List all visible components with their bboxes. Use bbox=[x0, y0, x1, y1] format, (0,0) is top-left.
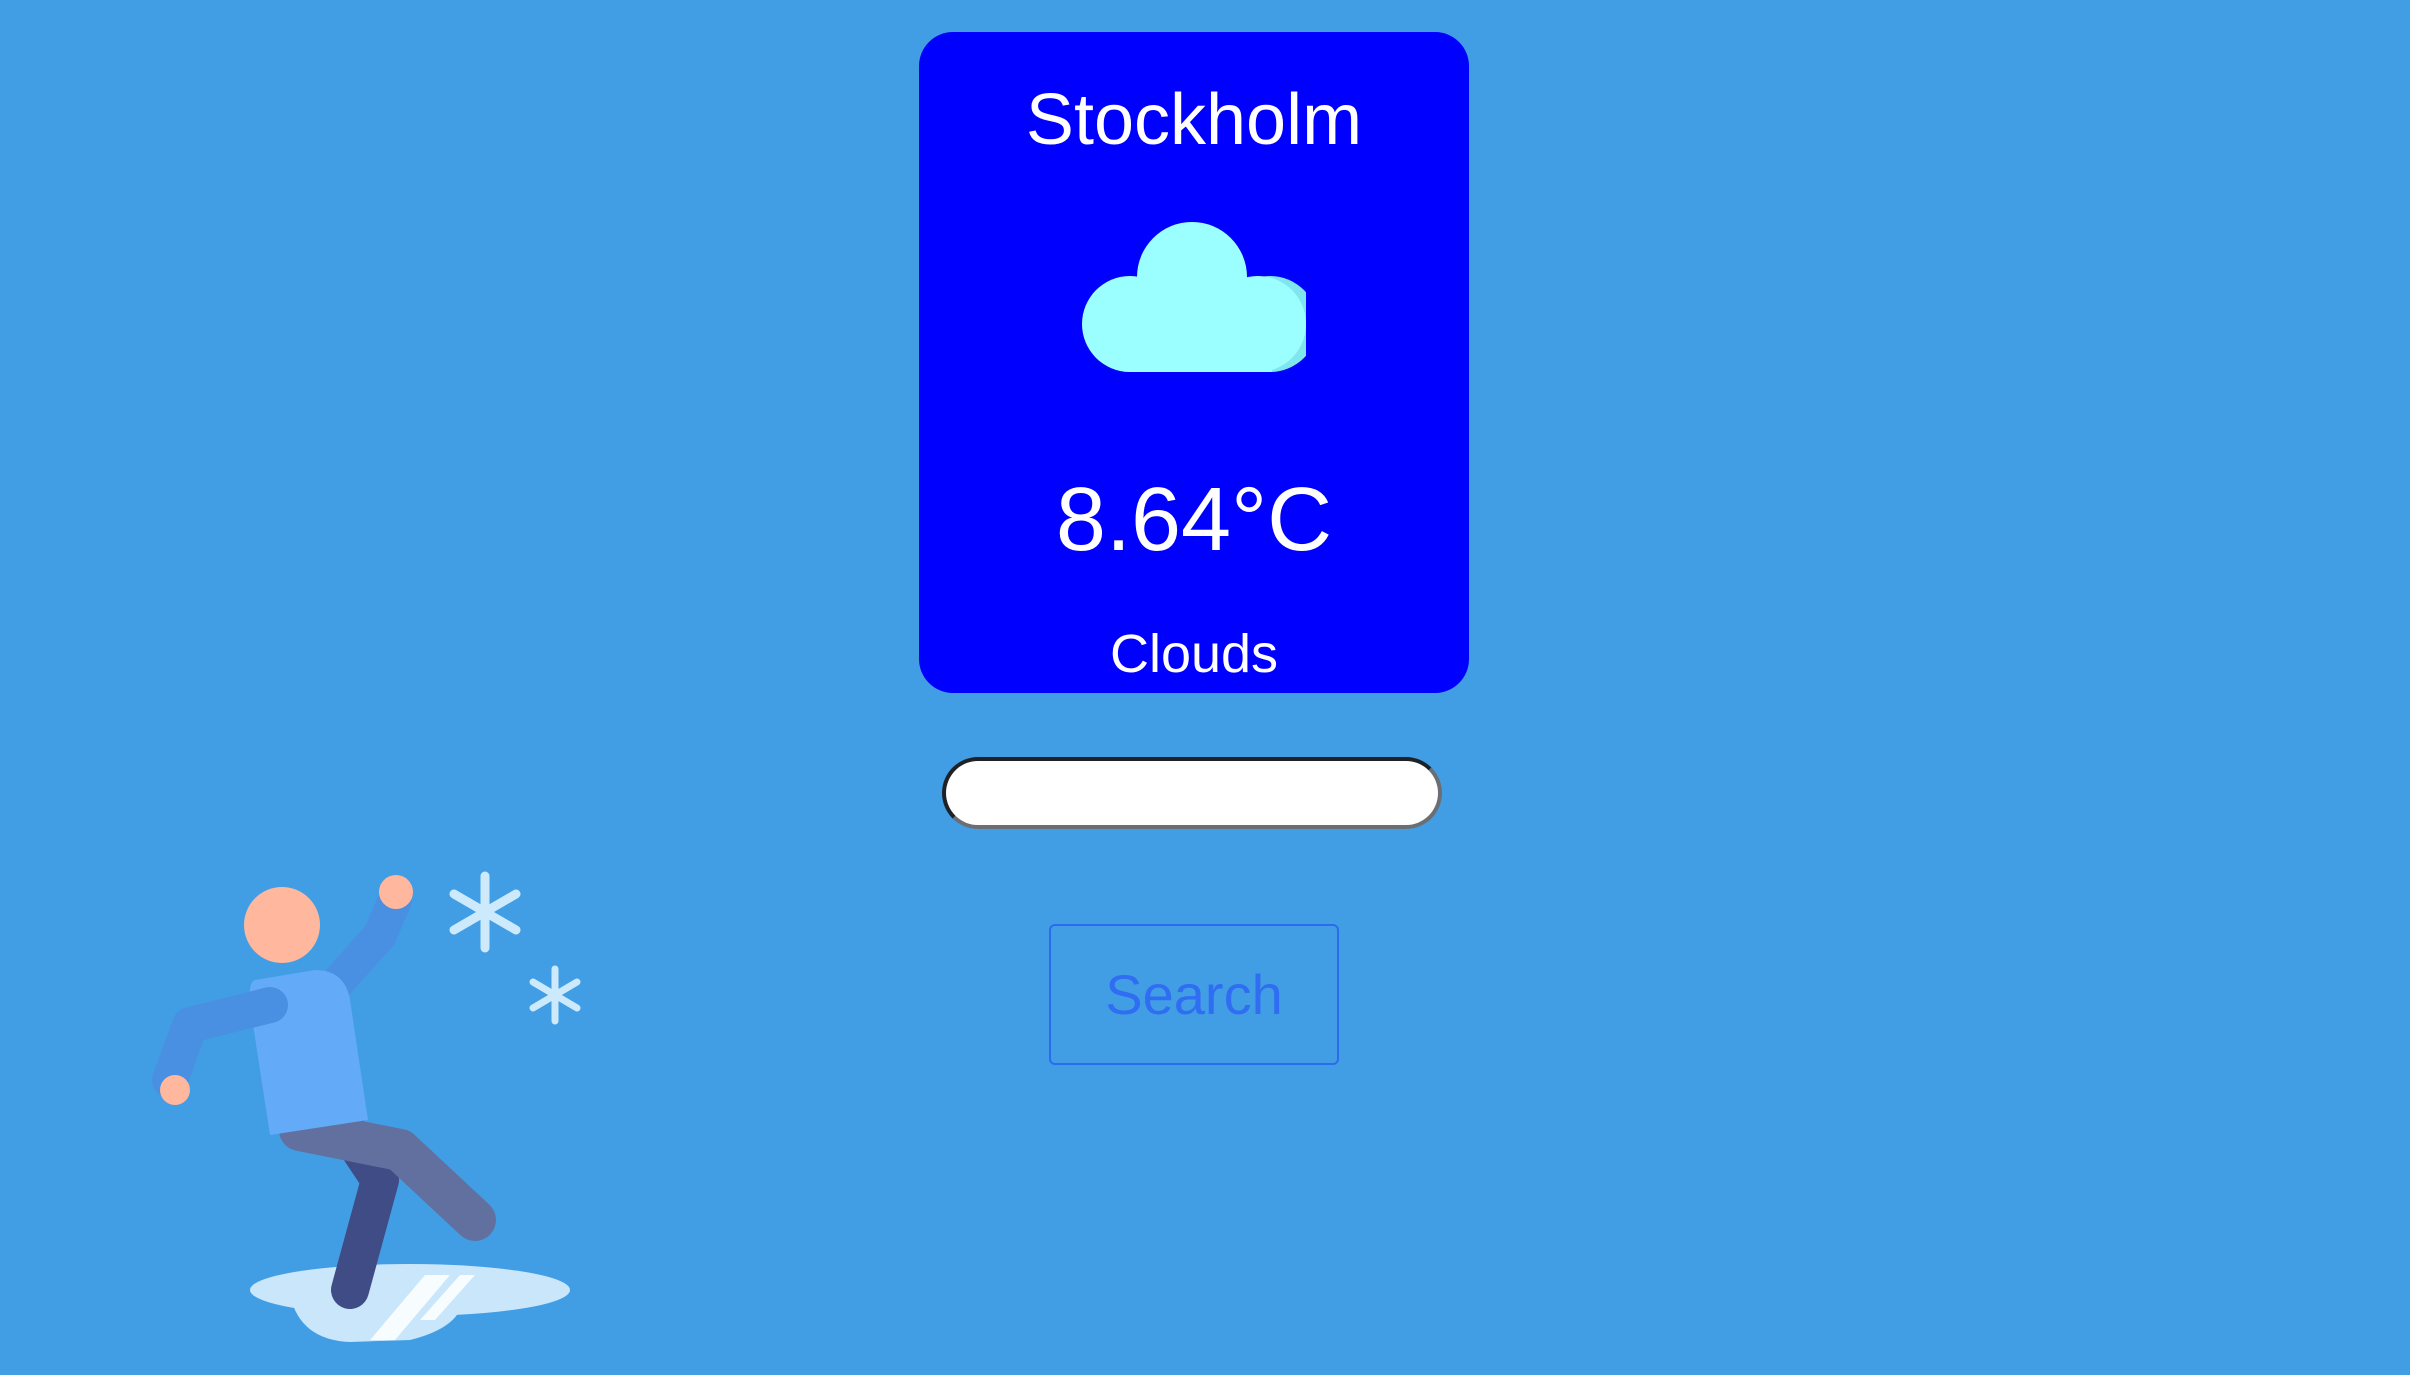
page: Stockholm 8.64°C Clouds Search bbox=[0, 0, 2410, 1375]
search-button[interactable]: Search bbox=[1049, 924, 1339, 1065]
cloud-icon bbox=[1082, 222, 1306, 372]
weather-card: Stockholm 8.64°C Clouds bbox=[919, 32, 1469, 693]
person-slipping-on-ice-illustration bbox=[152, 871, 581, 1342]
city-name: Stockholm bbox=[1025, 80, 1363, 160]
temperature: 8.64°C bbox=[1055, 470, 1333, 570]
city-search-input[interactable] bbox=[942, 757, 1442, 829]
weather-description: Clouds bbox=[1109, 624, 1279, 684]
